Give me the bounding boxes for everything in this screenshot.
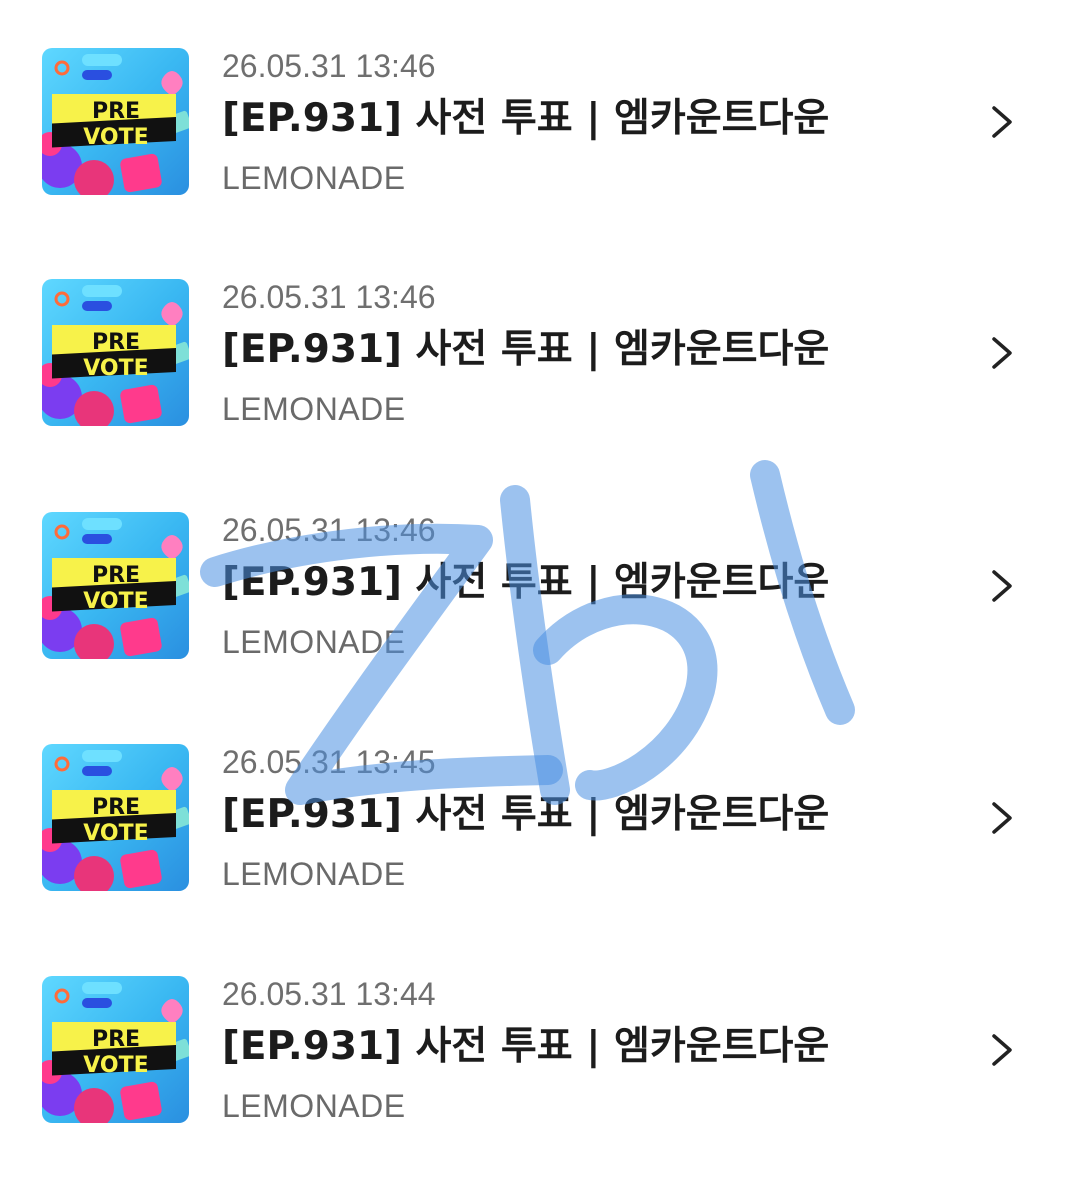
pre-vote-thumbnail: PRE VOTE <box>42 279 189 426</box>
thumb-text-vote: VOTE <box>83 821 148 846</box>
pre-vote-thumbnail: PRE VOTE <box>42 512 189 659</box>
thumb-text-pre: PRE <box>92 330 140 355</box>
item-channel: LEMONADE <box>222 624 406 660</box>
item-date: 26.05.31 13:44 <box>222 976 436 1012</box>
thumb-text-pre: PRE <box>92 1027 140 1052</box>
pre-vote-thumbnail: PRE VOTE <box>42 48 189 195</box>
thumb-text-pre: PRE <box>92 99 140 124</box>
item-channel: LEMONADE <box>222 856 406 892</box>
item-title: [EP.931] 사전 투표 | 엠카운트다운 <box>222 792 830 837</box>
chevron-right-icon[interactable] <box>984 1028 1020 1072</box>
item-date: 26.05.31 13:46 <box>222 512 436 548</box>
item-date: 26.05.31 13:46 <box>222 48 436 84</box>
list-item[interactable]: PRE VOTE 26.05.31 13:44 [EP.931] 사전 투표 |… <box>0 976 1080 1126</box>
chevron-right-icon[interactable] <box>984 796 1020 840</box>
pre-vote-thumbnail: PRE VOTE <box>42 976 189 1123</box>
item-title: [EP.931] 사전 투표 | 엠카운트다운 <box>222 96 830 141</box>
item-channel: LEMONADE <box>222 391 406 427</box>
thumb-text-pre: PRE <box>92 563 140 588</box>
list-item[interactable]: PRE VOTE 26.05.31 13:45 [EP.931] 사전 투표 |… <box>0 744 1080 894</box>
thumb-text-vote: VOTE <box>83 356 148 381</box>
pre-vote-thumbnail: PRE VOTE <box>42 744 189 891</box>
thumb-text-vote: VOTE <box>83 125 148 150</box>
list-item[interactable]: PRE VOTE 26.05.31 13:46 [EP.931] 사전 투표 |… <box>0 279 1080 429</box>
list-item[interactable]: PRE VOTE 26.05.31 13:46 [EP.931] 사전 투표 |… <box>0 512 1080 662</box>
item-title: [EP.931] 사전 투표 | 엠카운트다운 <box>222 560 830 605</box>
chevron-right-icon[interactable] <box>984 331 1020 375</box>
item-date: 26.05.31 13:45 <box>222 744 436 780</box>
list-item[interactable]: PRE VOTE 26.05.31 13:46 [EP.931] 사전 투표 |… <box>0 48 1080 198</box>
chevron-right-icon[interactable] <box>984 100 1020 144</box>
thumb-text-vote: VOTE <box>83 589 148 614</box>
item-date: 26.05.31 13:46 <box>222 279 436 315</box>
thumb-text-vote: VOTE <box>83 1053 148 1078</box>
item-channel: LEMONADE <box>222 160 406 196</box>
item-title: [EP.931] 사전 투표 | 엠카운트다운 <box>222 327 830 372</box>
item-channel: LEMONADE <box>222 1088 406 1124</box>
thumb-text-pre: PRE <box>92 795 140 820</box>
item-title: [EP.931] 사전 투표 | 엠카운트다운 <box>222 1024 830 1069</box>
chevron-right-icon[interactable] <box>984 564 1020 608</box>
